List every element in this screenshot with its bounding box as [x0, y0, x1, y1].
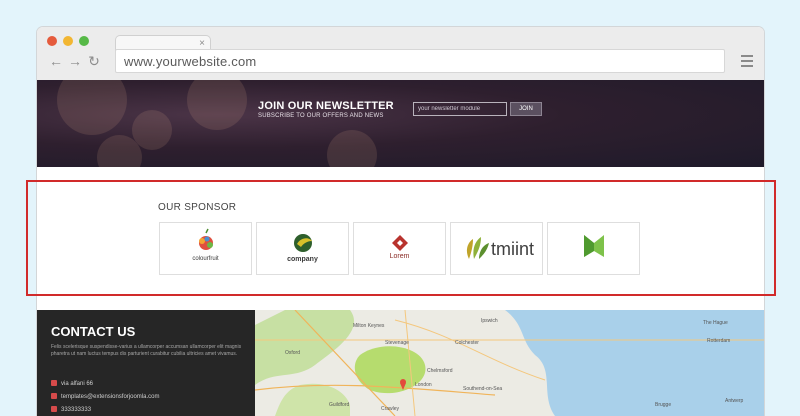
map-label: Colchester — [455, 340, 479, 346]
sponsor-logo-tmiint[interactable]: tmiint — [450, 222, 543, 275]
mountain-logo-icon — [584, 235, 604, 257]
close-window-icon[interactable] — [47, 36, 57, 46]
map-label: Milton Keynes — [353, 323, 385, 329]
map-label: London — [415, 382, 432, 388]
newsletter-subtitle: SUBSCRIBE TO OUR OFFERS AND NEWS — [258, 113, 384, 119]
map-label: Guildford — [329, 402, 350, 408]
newsletter-title: JOIN OUR NEWSLETTER — [258, 100, 394, 112]
contact-phone-text: 333333333 — [61, 407, 92, 413]
envelope-icon — [51, 393, 57, 399]
apple-logo-icon — [199, 228, 213, 250]
map-label: Ipswich — [481, 318, 498, 324]
location-pin-icon — [51, 380, 57, 386]
contact-address-text: via alfani 66 — [61, 381, 94, 387]
contact-email-text[interactable]: templates@extensionsforjoomla.com — [61, 394, 159, 400]
reload-icon[interactable]: ↻ — [87, 54, 101, 68]
map-label: Oxford — [285, 350, 301, 356]
sponsor-name: Lorem — [389, 253, 410, 260]
map-label: Southend-on-Sea — [463, 386, 503, 392]
sponsor-name: tmiint — [491, 239, 535, 259]
back-arrow-icon[interactable]: ← — [49, 54, 63, 68]
map-label: Stevenage — [385, 340, 409, 346]
contact-panel: CONTACT US Felis scelerisque suspendisse… — [37, 310, 255, 416]
sponsor-title: OUR SPONSOR — [158, 202, 237, 213]
sponsor-name: company — [287, 256, 318, 263]
hamburger-menu-icon[interactable] — [741, 55, 753, 67]
bokeh-decoration — [187, 80, 247, 130]
sponsor-name: colourfruit — [192, 256, 219, 262]
map-label: Brugge — [655, 402, 672, 408]
contact-address: via alfani 66 — [51, 380, 93, 387]
maximize-window-icon[interactable] — [79, 36, 89, 46]
sponsor-logo-company[interactable]: company — [256, 222, 349, 275]
map-label: Crawley — [381, 406, 400, 412]
map-label: Rotterdam — [707, 338, 731, 344]
diamond-logo-icon — [392, 235, 408, 251]
minimize-window-icon[interactable] — [63, 36, 73, 46]
map-label: The Hague — [703, 320, 728, 326]
sponsor-logo-lorem[interactable]: Lorem — [353, 222, 446, 275]
forward-arrow-icon[interactable]: → — [68, 54, 82, 68]
map-graphic — [255, 310, 764, 416]
contact-title: CONTACT US — [51, 324, 136, 339]
map-label: Chelmsford — [427, 368, 453, 374]
contact-email[interactable]: templates@extensionsforjoomla.com — [51, 393, 159, 400]
url-text: www.yourwebsite.com — [124, 54, 257, 69]
sponsor-logo-mountain[interactable] — [547, 222, 640, 275]
sponsor-logo-colourfruit[interactable]: colourfruit — [159, 222, 252, 275]
bird-logo-icon — [294, 234, 312, 252]
newsletter-join-button[interactable]: JOIN — [510, 102, 542, 116]
map-label: Antwerp — [725, 398, 744, 404]
bokeh-decoration — [57, 80, 127, 135]
newsletter-email-input[interactable] — [413, 102, 507, 116]
address-bar[interactable]: www.yourwebsite.com — [115, 49, 725, 73]
contact-description: Felis scelerisque suspendisse-varius a u… — [51, 344, 242, 357]
leaf-logo-icon — [466, 237, 489, 259]
bokeh-decoration — [327, 130, 377, 167]
newsletter-section: JOIN OUR NEWSLETTER SUBSCRIBE TO OUR OFF… — [37, 80, 764, 167]
phone-icon — [51, 406, 57, 412]
location-map[interactable]: Ipswich Milton Keynes Stevenage Colchest… — [255, 310, 764, 416]
contact-phone: 333333333 — [51, 406, 91, 413]
